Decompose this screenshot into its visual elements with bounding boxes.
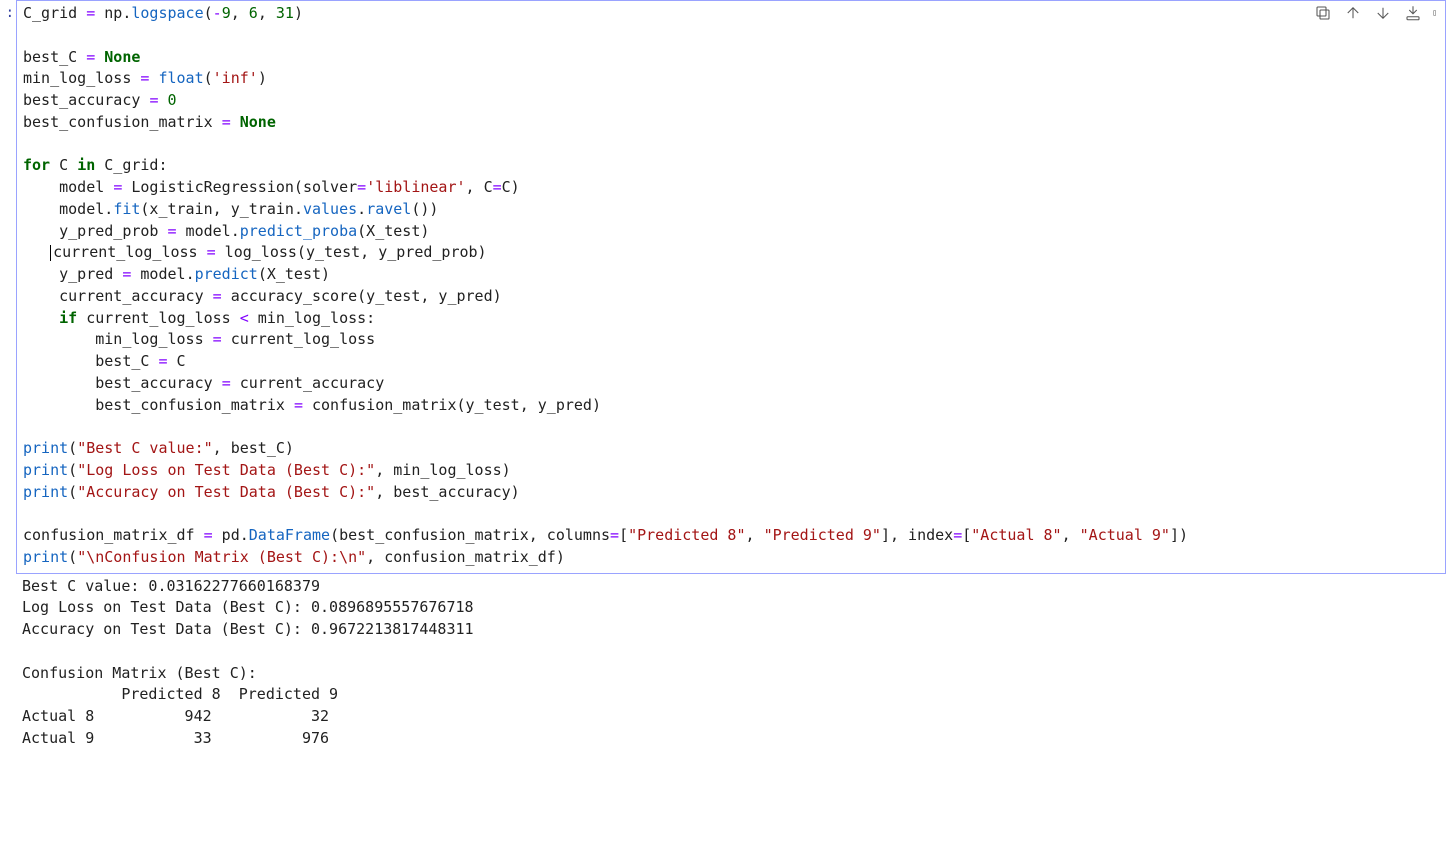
more-icon[interactable] — [1433, 3, 1441, 23]
code-line[interactable]: best_confusion_matrix = confusion_matrix… — [23, 395, 1439, 417]
code-line[interactable]: print("Best C value:", best_C) — [23, 438, 1439, 460]
code-line[interactable]: best_C = C — [23, 351, 1439, 373]
code-line[interactable]: C_grid = np.logspace(-9, 6, 31) — [23, 3, 1439, 25]
code-line[interactable] — [23, 134, 1439, 156]
code-line[interactable]: best_confusion_matrix = None — [23, 112, 1439, 134]
code-line[interactable]: confusion_matrix_df = pd.DataFrame(best_… — [23, 525, 1439, 547]
cell-toolbar — [1313, 3, 1441, 23]
cell-prompt: : — [0, 0, 14, 23]
code-line[interactable] — [23, 25, 1439, 47]
code-line[interactable]: best_C = None — [23, 47, 1439, 69]
code-line[interactable]: model.fit(x_train, y_train.values.ravel(… — [23, 199, 1439, 221]
code-line[interactable]: best_accuracy = current_accuracy — [23, 373, 1439, 395]
code-line[interactable]: min_log_loss = current_log_loss — [23, 329, 1439, 351]
code-line[interactable]: current_log_loss = log_loss(y_test, y_pr… — [23, 242, 1439, 264]
code-line[interactable] — [23, 503, 1439, 525]
code-line[interactable]: best_accuracy = 0 — [23, 90, 1439, 112]
code-line[interactable]: for C in C_grid: — [23, 155, 1439, 177]
code-line[interactable]: print("Log Loss on Test Data (Best C):",… — [23, 460, 1439, 482]
code-line[interactable]: min_log_loss = float('inf') — [23, 68, 1439, 90]
code-line[interactable]: model = LogisticRegression(solver='libli… — [23, 177, 1439, 199]
code-line[interactable]: print("\nConfusion Matrix (Best C):\n", … — [23, 547, 1439, 569]
move-down-icon[interactable] — [1373, 3, 1393, 23]
code-line[interactable]: print("Accuracy on Test Data (Best C):",… — [23, 482, 1439, 504]
copy-icon[interactable] — [1313, 3, 1333, 23]
output-area: Best C value: 0.03162277660168379 Log Lo… — [16, 574, 1446, 754]
code-line[interactable]: y_pred_prob = model.predict_proba(X_test… — [23, 221, 1439, 243]
code-input-area[interactable]: C_grid = np.logspace(-9, 6, 31) best_C =… — [16, 0, 1446, 574]
code-line[interactable] — [23, 416, 1439, 438]
notebook-cell: : C_grid = np.logspace( — [0, 0, 1446, 754]
text-cursor — [50, 245, 51, 262]
move-up-icon[interactable] — [1343, 3, 1363, 23]
insert-below-icon[interactable] — [1403, 3, 1423, 23]
cell-main: C_grid = np.logspace(-9, 6, 31) best_C =… — [16, 0, 1446, 754]
code-body[interactable]: C_grid = np.logspace(-9, 6, 31) best_C =… — [23, 3, 1439, 569]
code-line[interactable]: current_accuracy = accuracy_score(y_test… — [23, 286, 1439, 308]
code-line[interactable]: y_pred = model.predict(X_test) — [23, 264, 1439, 286]
code-line[interactable]: if current_log_loss < min_log_loss: — [23, 308, 1439, 330]
